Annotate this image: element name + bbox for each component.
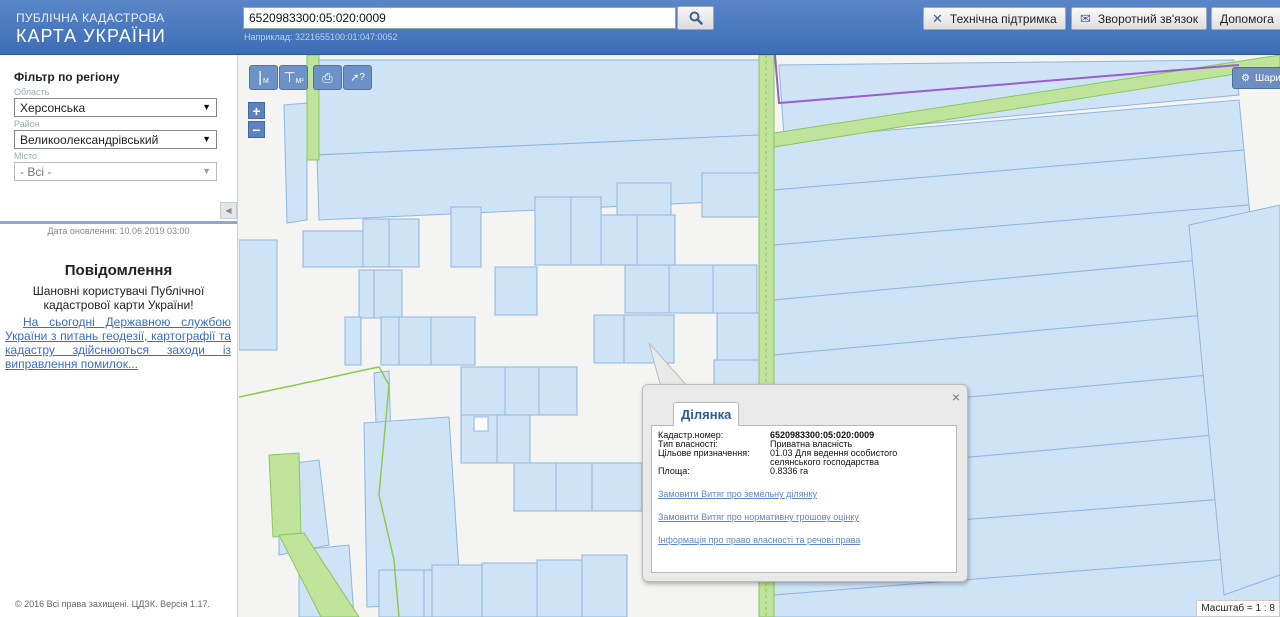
oblast-value: Херсонська [20, 101, 86, 115]
ruler-icon: | [258, 69, 263, 86]
update-date: Дата оновлення: 10.06.2019 03:00 [47, 226, 190, 236]
query-tool-button[interactable]: ➚? [343, 65, 372, 90]
gear-icon: ⚙ [1241, 72, 1250, 84]
parcel-info: Кадастр.номер: 6520983300:05:020:0009 Ти… [651, 425, 957, 573]
tools-icon: ✕ [932, 10, 943, 26]
close-icon[interactable]: × [952, 389, 960, 405]
logo-line1: ПУБЛІЧНА КАДАСТРОВА [16, 11, 165, 25]
cursor-icon: ➚ [350, 72, 360, 84]
raion-value: Великоолександрівський [20, 133, 159, 147]
filter-title: Фільтр по регіону [14, 70, 120, 84]
scale-indicator: Масштаб = 1 : 8 [1196, 600, 1280, 617]
raion-label: Район [14, 119, 40, 129]
dropdown-arrow-icon: ▼ [202, 134, 211, 144]
collapse-sidebar-button[interactable]: ◀ [220, 202, 237, 219]
oblast-label: Область [14, 87, 50, 97]
raion-select[interactable]: Великоолександрівський ▼ [14, 130, 217, 149]
copyright: © 2016 Всі права захищені. ЦДЗК. Версія … [15, 599, 211, 609]
measure-line-label: M [263, 78, 269, 85]
search-button[interactable] [677, 6, 714, 30]
support-label: Технічна підтримка [949, 11, 1057, 26]
order-valuation-extract-link[interactable]: Замовити Витяг про нормативну грошову оц… [658, 512, 950, 522]
parcel-popup: × Ділянка Кадастр.номер: 6520983300:05:0… [642, 384, 968, 582]
printer-icon: ⎙ [322, 69, 333, 85]
sidebar: Фільтр по регіону Область Херсонська ▼ Р… [0, 55, 238, 617]
order-parcel-extract-link[interactable]: Замовити Витяг про земельну ділянку [658, 489, 950, 499]
dropdown-arrow-icon: ▼ [202, 166, 211, 176]
measure-area-button[interactable]: ⊤ M² [279, 65, 308, 90]
layers-label: Шари [1254, 72, 1280, 84]
query-tool-label: ? [359, 72, 365, 83]
message-link[interactable]: На сьогодні Державною службою України з … [5, 315, 231, 371]
tab-parcel[interactable]: Ділянка [673, 402, 740, 426]
misto-label: Місто [14, 151, 38, 161]
chevron-left-icon: ◀ [225, 206, 232, 215]
ownership-info-link[interactable]: Інформація про право власності та речові… [658, 535, 950, 545]
search-icon [689, 11, 703, 25]
print-button[interactable]: ⎙ [313, 65, 342, 90]
message-title: Повідомлення [64, 262, 173, 279]
area-ruler-icon: ⊤ [283, 69, 296, 85]
logo[interactable]: ПУБЛІЧНА КАДАСТРОВА КАРТА УКРАЇНИ [16, 11, 166, 47]
info-row-purpose: Цільове призначення: 01.03 Для ведення о… [658, 449, 950, 467]
envelope-icon: ✉ [1080, 10, 1091, 26]
misto-value: - Всі - [20, 165, 52, 179]
info-key: Площа: [658, 466, 690, 476]
support-button[interactable]: ✕ Технічна підтримка [923, 7, 1066, 30]
app-window: ПУБЛІЧНА КАДАСТРОВА КАРТА УКРАЇНИ Наприк… [0, 0, 1280, 617]
feedback-button[interactable]: ✉ Зворотний зв'язок [1071, 7, 1207, 30]
help-label: Допомога [1220, 11, 1274, 26]
search-input[interactable] [243, 7, 676, 29]
map-view[interactable]: | M ⊤ M² ⎙ ➚? + − ⚙ Шари Масштаб = 1 : 8 ×… [239, 55, 1280, 617]
info-row-area: Площа: 0.8336 га [658, 467, 950, 476]
zoom-in-button[interactable]: + [248, 102, 265, 119]
message-body: Шановні користувачі Публічної кадастрово… [32, 284, 205, 312]
measure-line-button[interactable]: | M [249, 65, 278, 90]
layers-button[interactable]: ⚙ Шари [1232, 67, 1280, 89]
info-key: Цільове призначення: [658, 448, 750, 458]
header: ПУБЛІЧНА КАДАСТРОВА КАРТА УКРАЇНИ Наприк… [0, 0, 1280, 55]
zoom-out-button[interactable]: − [248, 121, 265, 138]
dropdown-arrow-icon: ▼ [202, 102, 211, 112]
oblast-select[interactable]: Херсонська ▼ [14, 98, 217, 117]
region-filter: Фільтр по регіону Область Херсонська ▼ Р… [0, 55, 237, 224]
search-hint: Наприклад: 3221655100:01:047:0052 [244, 32, 398, 42]
logo-line2: КАРТА УКРАЇНИ [16, 26, 166, 46]
info-value: 0.8336 га [770, 466, 809, 476]
feedback-label: Зворотний зв'язок [1097, 11, 1198, 26]
measure-area-label: M² [295, 78, 304, 85]
info-value: 01.03 Для ведення особистого селянського… [770, 448, 898, 467]
misto-select[interactable]: - Всі - ▼ [14, 162, 217, 181]
help-button[interactable]: Допомога [1211, 7, 1280, 30]
